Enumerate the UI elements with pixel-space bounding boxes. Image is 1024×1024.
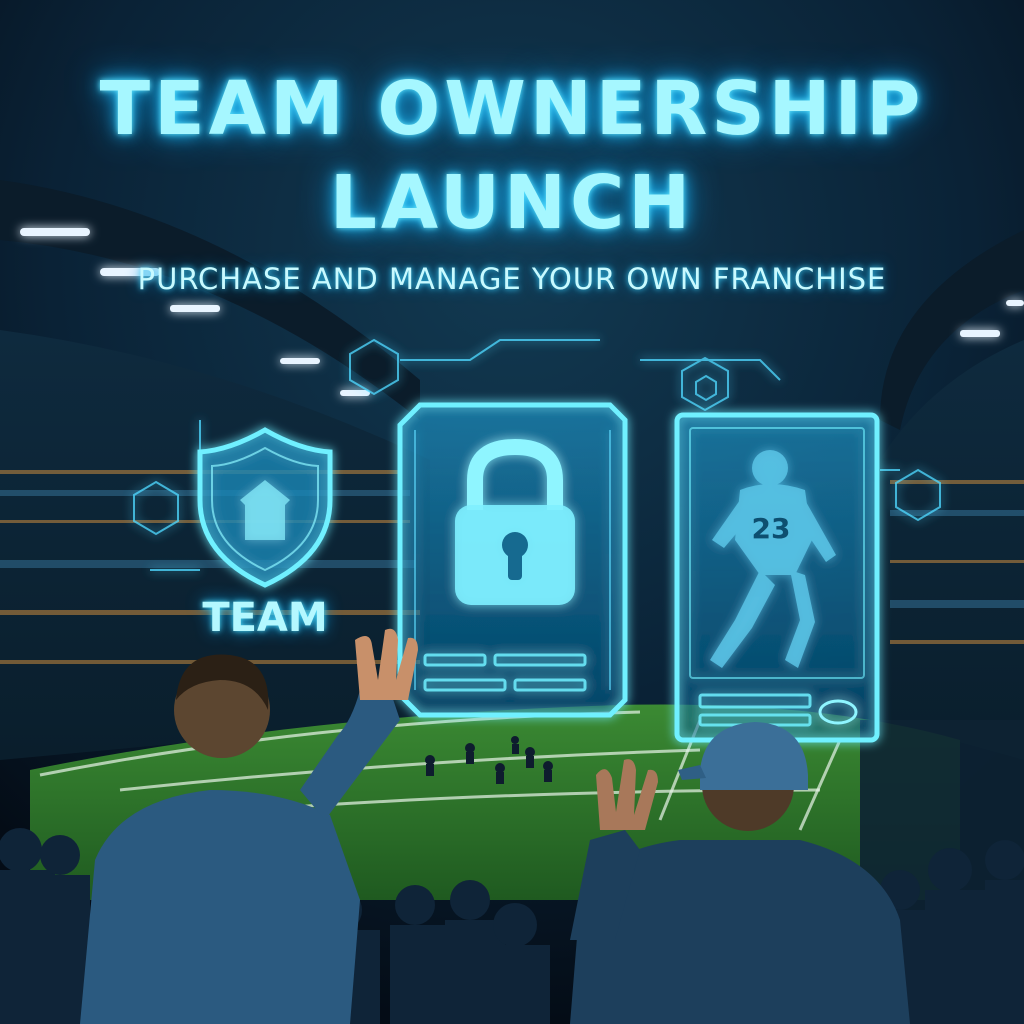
- headline-line-2: LAUNCH: [329, 160, 695, 246]
- jersey-number: 23: [752, 512, 791, 545]
- headline-line-1: TEAM OWNERSHIP: [99, 66, 925, 152]
- shield-label: TEAM: [202, 595, 328, 641]
- poster: 23 TEAM OWNERSHIP LAUNCH PURCHASE AND MA…: [0, 0, 1024, 1024]
- lock-card: [397, 402, 628, 718]
- stadium-scene: 23: [0, 0, 1024, 1024]
- player-card: 23: [674, 412, 880, 743]
- headline-subtitle: PURCHASE AND MANAGE YOUR OWN FRANCHISE: [137, 262, 887, 296]
